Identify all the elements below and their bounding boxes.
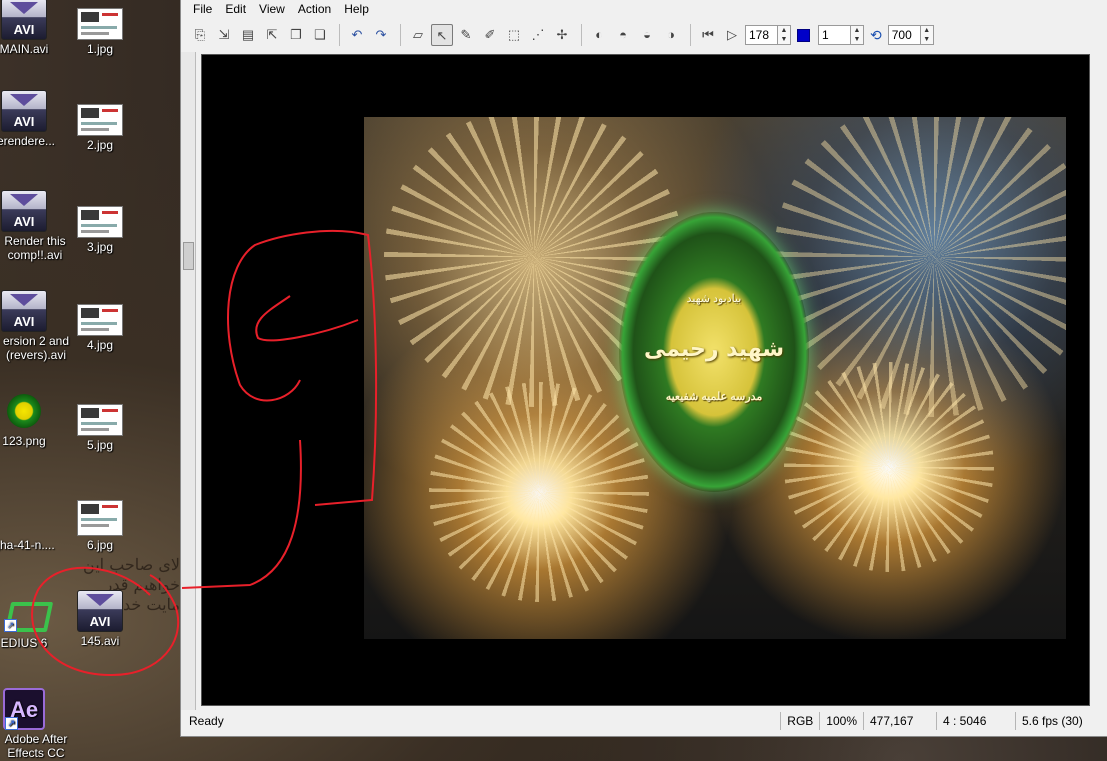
desktop-icon-3-jpg[interactable]: 3.jpg [50,206,150,254]
firework-burst [784,362,994,572]
menu-view[interactable]: View [253,0,292,18]
jpg-thumbnail-icon [77,304,123,336]
jpg-thumbnail-icon [77,8,123,40]
loop-spinner[interactable]: 700 ▲ ▼ [887,25,934,45]
icon-label: 5.jpg [86,438,114,452]
frame-spinner[interactable]: 178 ▲ ▼ [745,25,791,45]
icon-label: Adobe After Effects CC [4,732,68,760]
avi-file-icon: AVI [77,590,123,632]
medallion-emblem: بیادبود شهید شهید رحیمی مدرسه علمیه شفیع… [619,212,809,492]
play-icon[interactable]: ▷ [721,24,743,46]
desktop-icon-2-jpg[interactable]: 2.jpg [50,104,150,152]
toolbar-separator [339,24,340,46]
vertical-scrollbar[interactable] [181,52,196,710]
step-field[interactable]: 1 [818,25,851,45]
save-icon[interactable]: ▤ [237,24,259,46]
icon-label: 3.jpg [86,240,114,254]
avi-file-icon: AVI [1,290,47,332]
video-frame: بیادبود شهید شهید رحیمی مدرسه علمیه شفیع… [364,117,1066,639]
shortcut-arrow-icon: ↗ [4,619,17,632]
desktop-icon-after-effects[interactable]: Ae ↗ Adobe After Effects CC [0,688,74,760]
firework-burst [429,382,649,602]
pen-tool-icon[interactable]: ✎ [455,24,477,46]
import-icon[interactable]: ⇲ [213,24,235,46]
png-image-icon [7,394,41,428]
medallion-title: شهید رحیمی [643,337,784,362]
node-tool-icon[interactable]: ⋰ [527,24,549,46]
desktop-icon-4-jpg[interactable]: 4.jpg [50,304,150,352]
player-window: File Edit View Action Help ⎘ ⇲ ▤ ⇱ ❐ ❏ ↶… [180,0,1107,737]
status-color-mode: RGB [780,712,819,730]
export-icon[interactable]: ⇱ [261,24,283,46]
open-icon[interactable]: ⎘ [189,24,211,46]
spinner-arrows-icon[interactable]: ▲ ▼ [920,25,934,45]
icon-label: 145.avi [80,634,120,648]
step-spinner[interactable]: 1 ▲ ▼ [818,25,864,45]
transform-tool-icon[interactable]: ✢ [551,24,573,46]
mark-up-icon[interactable]: ◓ [612,24,634,46]
undo-icon[interactable]: ↶ [346,24,368,46]
spinner-arrows-icon[interactable]: ▲ ▼ [851,25,864,45]
medallion-top-text: بیادبود شهید [686,293,742,305]
select-tool-icon[interactable]: ⬚ [503,24,525,46]
spinner-arrows-icon[interactable]: ▲ ▼ [778,25,791,45]
paint-tool-icon[interactable]: ✐ [479,24,501,46]
page-icon[interactable]: ▱ [407,24,429,46]
icon-label: 6.jpg [86,538,114,552]
icon-label: 1.jpg [86,42,114,56]
status-coords: 477,167 [863,712,936,730]
paste-icon[interactable]: ❏ [309,24,331,46]
avi-file-icon: AVI [1,190,47,232]
frame-field[interactable]: 178 [745,25,778,45]
menu-file[interactable]: File [187,0,219,18]
avi-file-icon: AVI [1,0,47,40]
stop-color-icon[interactable] [797,28,810,42]
edius-app-icon: ↗ [4,596,54,632]
icon-label: 4.jpg [86,338,114,352]
copy-icon[interactable]: ❐ [285,24,307,46]
desktop-icon-145-avi[interactable]: AVI 145.avi [50,590,150,648]
avi-file-icon: AVI [1,90,47,132]
jpg-thumbnail-icon [77,404,123,436]
loop-field[interactable]: 700 [887,25,921,45]
status-fps: 5.6 fps (30) [1015,712,1107,730]
status-ratio: 4 : 5046 [936,712,1015,730]
desktop-icon-1-jpg[interactable]: 1.jpg [50,8,150,56]
desktop-icon-6-jpg[interactable]: 6.jpg [50,500,150,552]
mark-down-icon[interactable]: ◒ [636,24,658,46]
redo-icon[interactable]: ↷ [370,24,392,46]
status-zoom: 100% [819,712,863,730]
video-viewport[interactable]: بیادبود شهید شهید رحیمی مدرسه علمیه شفیع… [201,54,1090,706]
jpg-thumbnail-icon [77,206,123,238]
toolbar-separator [400,24,401,46]
jpg-thumbnail-icon [77,104,123,136]
scrollbar-thumb[interactable] [183,242,194,270]
menu-edit[interactable]: Edit [219,0,253,18]
toolbar-separator [690,24,691,46]
status-bar: Ready RGB 100% 477,167 4 : 5046 5.6 fps … [187,711,1107,731]
menu-action[interactable]: Action [292,0,338,18]
jpg-thumbnail-icon [77,500,123,536]
toolbar-separator [581,24,582,46]
desktop-icon-5-jpg[interactable]: 5.jpg [50,404,150,452]
status-ready: Ready [189,714,224,728]
menu-bar: File Edit View Action Help [181,0,1107,18]
mark-out-icon[interactable]: ◑ [660,24,682,46]
icon-label: 2.jpg [86,138,114,152]
toolbar: ⎘ ⇲ ▤ ⇱ ❐ ❏ ↶ ↷ ▱ ↖ ✎ ✐ ⬚ ⋰ ✢ ◐ ◓ ◒ ◑ ⏮ … [189,22,1107,48]
medallion-foot-text: مدرسه علمیه شفیعیه [665,391,763,403]
loop-icon[interactable]: ⟲ [870,27,882,44]
pointer-tool-icon[interactable]: ↖ [431,24,453,46]
shortcut-arrow-icon: ↗ [5,717,18,730]
after-effects-icon: Ae ↗ [3,688,45,730]
mark-in-icon[interactable]: ◐ [588,24,610,46]
rewind-icon[interactable]: ⏮ [697,24,719,46]
menu-help[interactable]: Help [338,0,376,18]
